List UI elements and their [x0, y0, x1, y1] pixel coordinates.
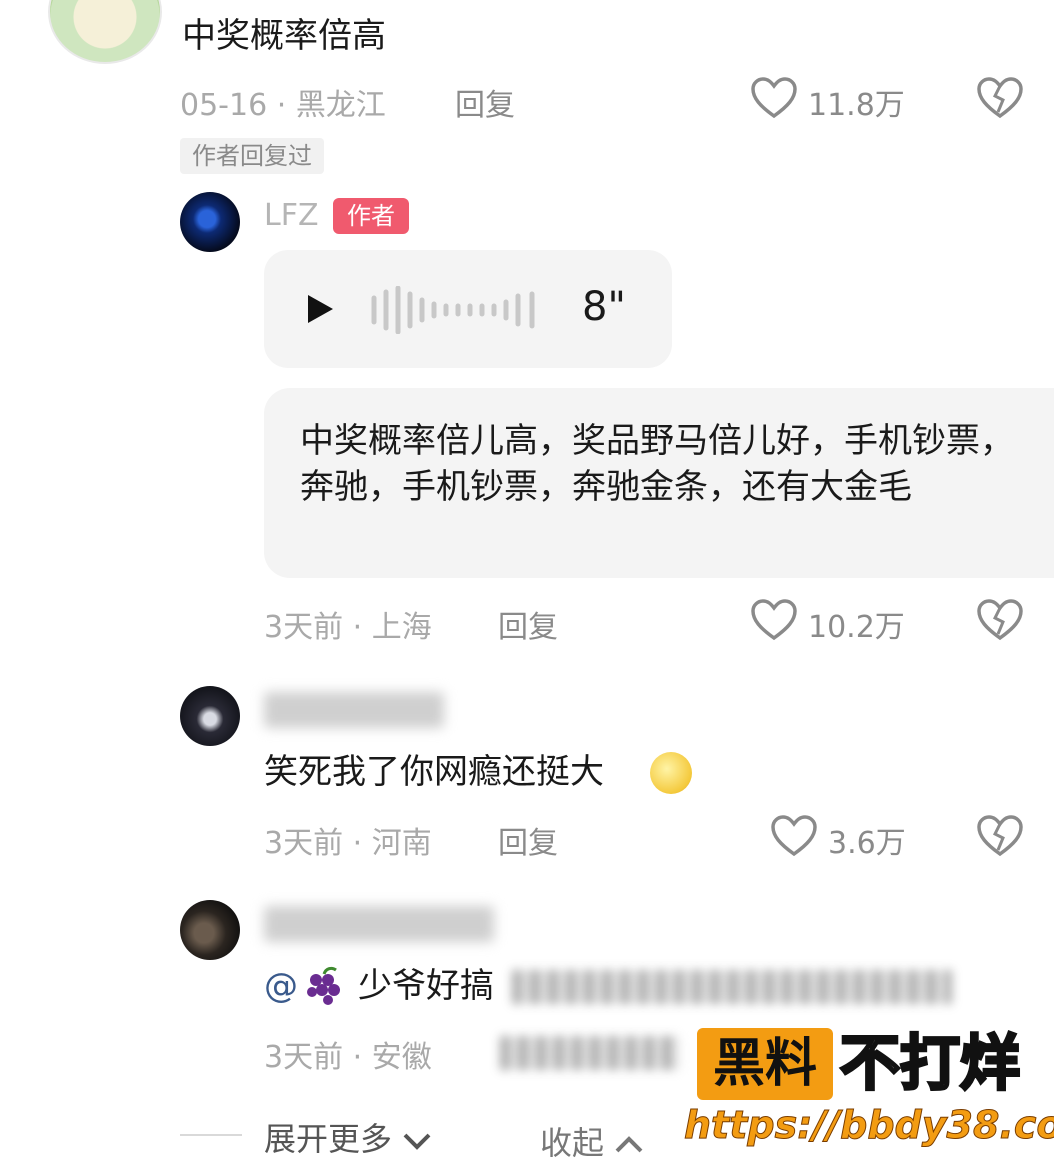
- username-blurred[interactable]: [264, 692, 444, 728]
- comment-date: 05-16: [180, 88, 268, 123]
- author-badge: 作者: [333, 198, 409, 234]
- expand-more-button[interactable]: 展开更多: [264, 1114, 432, 1160]
- comment-location: 上海: [371, 610, 432, 645]
- grapes-emoji: [307, 966, 340, 1005]
- waveform-icon: [371, 286, 535, 334]
- avatar[interactable]: [180, 686, 240, 746]
- comment-meta: 3天前 · 上海: [264, 602, 432, 646]
- username[interactable]: LFZ: [264, 198, 319, 233]
- meta-separator: ·: [352, 610, 372, 645]
- meta-separator: ·: [276, 88, 296, 123]
- author-replied-tag: 作者回复过: [180, 138, 324, 174]
- chevron-down-icon: [403, 1133, 431, 1150]
- watermark-logo-text: 不打烊: [839, 1028, 1022, 1101]
- comment-date: 3天前: [264, 1040, 344, 1075]
- collapse-label: 收起: [540, 1124, 605, 1162]
- watermark-logo-box: 黑料: [697, 1028, 833, 1100]
- comment-date: 3天前: [264, 826, 344, 861]
- comment-meta: 3天前 · 河南: [264, 818, 432, 862]
- comment-location: 安徽: [371, 1040, 432, 1075]
- comment-meta: 05-16 · 黑龙江: [180, 80, 386, 124]
- voice-transcript-text: 中奖概率倍儿高，奖品野马倍儿好，手机钞票，奔驰，手机钞票，奔驰金条，还有大金毛: [300, 421, 1014, 507]
- comment-location: 河南: [371, 826, 432, 861]
- comment-meta: 3天前 · 安徽: [264, 1032, 432, 1076]
- blurred-text: [512, 970, 952, 1004]
- avatar[interactable]: [48, 0, 162, 64]
- watermark-url: https://bbdy38.com: [683, 1103, 1054, 1148]
- like-count: 3.6万: [828, 826, 906, 861]
- username-blurred[interactable]: [264, 906, 494, 942]
- comment-location: 黑龙江: [295, 88, 386, 123]
- avatar[interactable]: [180, 900, 240, 960]
- divider: [180, 1134, 242, 1136]
- reply-button[interactable]: 回复: [498, 602, 558, 646]
- comment-text: 少爷好搞: [358, 966, 494, 1006]
- heart-icon[interactable]: [770, 814, 818, 858]
- pleading-face-emoji: [650, 752, 692, 794]
- dislike-heart-icon[interactable]: [976, 598, 1024, 642]
- comment-text: 笑死我了你网瘾还挺大: [264, 752, 604, 792]
- chevron-up-icon: [615, 1136, 643, 1153]
- collapse-button[interactable]: 收起: [540, 1118, 644, 1164]
- comment-text: 中奖概率倍高: [182, 16, 386, 56]
- meta-separator: ·: [352, 826, 372, 861]
- meta-separator: ·: [352, 1040, 372, 1075]
- reply-button[interactable]: 回复: [455, 80, 515, 124]
- reply-button[interactable]: 回复: [498, 818, 558, 862]
- comment-date: 3天前: [264, 610, 344, 645]
- expand-more-label: 展开更多: [264, 1120, 393, 1158]
- heart-icon[interactable]: [750, 76, 798, 120]
- mention-symbol[interactable]: @: [264, 966, 298, 1006]
- like-count: 10.2万: [808, 610, 905, 645]
- like-count: 11.8万: [808, 88, 905, 123]
- blurred-text: [500, 1036, 680, 1070]
- dislike-heart-icon[interactable]: [976, 76, 1024, 120]
- voice-duration: 8": [582, 284, 626, 330]
- dislike-heart-icon[interactable]: [976, 814, 1024, 858]
- heart-icon[interactable]: [750, 598, 798, 642]
- play-icon[interactable]: [302, 292, 336, 326]
- avatar[interactable]: [180, 192, 240, 252]
